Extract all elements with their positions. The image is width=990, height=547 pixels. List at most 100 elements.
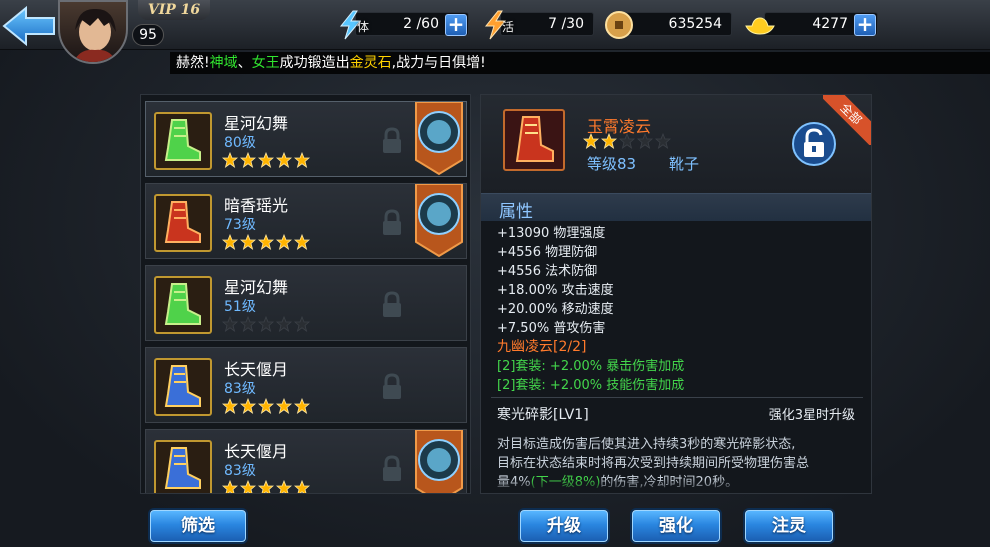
attributes-header: 属性 <box>481 193 871 222</box>
item-stars <box>222 398 310 416</box>
star-filled-icon <box>240 152 256 168</box>
star-filled-icon <box>276 480 292 493</box>
item-name: 长天偃月 <box>224 442 289 461</box>
equipment-list-item[interactable]: 星河幻舞 80级 <box>145 101 467 177</box>
star-filled-icon <box>240 398 256 414</box>
ingot-resource: 4277 + <box>744 10 878 38</box>
item-stars <box>222 480 310 493</box>
enhance-button[interactable]: 强化 <box>632 510 720 542</box>
lock-icon[interactable] <box>380 454 404 484</box>
star-filled-icon <box>222 480 238 493</box>
item-level: 51级 <box>224 299 256 315</box>
star-filled-icon <box>294 152 310 168</box>
boot-item-icon <box>154 440 212 493</box>
star-filled-icon <box>222 234 238 250</box>
star-empty-icon <box>637 133 653 149</box>
star-filled-icon <box>240 234 256 250</box>
equipment-list-item[interactable]: 星河幻舞 51级 <box>145 265 467 341</box>
equipment-list-item[interactable]: 长天偃月 83级 <box>145 347 467 423</box>
equipment-detail-panel: 玉霄凌云 等级83 靴子 全部 属性 +13090 物理强度 +4556 物理防… <box>480 94 872 494</box>
coin-value: 635254 <box>668 16 722 32</box>
infuse-button[interactable]: 注灵 <box>745 510 833 542</box>
lock-icon[interactable] <box>380 290 404 320</box>
equipped-hero-badge-icon <box>415 184 463 258</box>
item-name: 暗香瑶光 <box>224 196 289 215</box>
item-name: 星河幻舞 <box>224 278 289 297</box>
star-empty-icon <box>294 316 310 332</box>
item-level: 80级 <box>224 135 256 151</box>
star-empty-icon <box>222 316 238 332</box>
star-filled-icon <box>601 133 617 149</box>
star-filled-icon <box>258 398 274 414</box>
ingot-value: 4277 <box>812 16 848 32</box>
vip-badge: VIP 16 <box>138 0 210 20</box>
detail-header: 玉霄凌云 等级83 靴子 全部 <box>481 95 871 193</box>
vitality-resource: 活 7 /30 <box>480 10 594 40</box>
star-filled-icon <box>258 480 274 493</box>
equipment-list-item[interactable]: 长天偃月 83级 <box>145 429 467 493</box>
star-empty-icon <box>655 133 671 149</box>
item-stars <box>222 316 310 334</box>
star-filled-icon <box>258 152 274 168</box>
player-level: 95 <box>132 24 164 46</box>
star-filled-icon <box>276 398 292 414</box>
star-empty-icon <box>276 316 292 332</box>
item-stars <box>583 133 671 149</box>
equipment-list-item[interactable]: 暗香瑶光 73级 <box>145 183 467 259</box>
attribute-line: +4556 法术防御 <box>497 264 598 279</box>
add-ingots-button[interactable]: + <box>854 14 876 36</box>
top-bar: VIP 16 95 体 2 /60 + 活 7 /30 635254 4277 … <box>0 0 990 64</box>
star-filled-icon <box>222 398 238 414</box>
item-stars <box>222 234 310 252</box>
set-bonus: [2]套装: +2.00% 暴击伤害加成 <box>497 359 685 374</box>
boot-item-icon <box>154 276 212 334</box>
lock-icon[interactable] <box>380 126 404 156</box>
attribute-line: +13090 物理强度 <box>497 226 606 241</box>
item-type: 靴子 <box>669 155 700 173</box>
coin-resource: 635254 <box>604 10 732 39</box>
item-level: 73级 <box>224 217 256 233</box>
item-name: 长天偃月 <box>224 360 289 379</box>
boot-item-icon <box>503 109 565 171</box>
attribute-line: +4556 物理防御 <box>497 245 598 260</box>
corner-tag: 全部 <box>823 95 871 145</box>
boot-item-icon <box>154 194 212 252</box>
set-bonus: [2]套装: +2.00% 技能伤害加成 <box>497 378 685 393</box>
star-empty-icon <box>619 133 635 149</box>
star-filled-icon <box>583 133 599 149</box>
star-filled-icon <box>222 152 238 168</box>
star-filled-icon <box>294 234 310 250</box>
lock-icon[interactable] <box>380 208 404 238</box>
star-filled-icon <box>240 480 256 493</box>
equipped-hero-badge-icon <box>415 430 463 493</box>
item-grade: 等级83 <box>587 155 637 173</box>
skill-title: 寒光碎影[LV1] <box>497 407 589 423</box>
star-filled-icon <box>294 398 310 414</box>
back-arrow-icon[interactable] <box>0 4 58 50</box>
stamina-resource: 体 2 /60 + <box>335 10 469 40</box>
skill-upgrade-hint: 强化3星时升级 <box>768 408 855 423</box>
star-filled-icon <box>294 480 310 493</box>
boot-item-icon <box>154 358 212 416</box>
set-title: 九幽凌云[2/2] <box>497 339 587 355</box>
attribute-line: +7.50% 普攻伤害 <box>497 321 606 336</box>
star-filled-icon <box>276 152 292 168</box>
item-level: 83级 <box>224 381 256 397</box>
equipped-hero-badge-icon <box>415 102 463 176</box>
announcement-ticker: 赫然!神域、女王成功锻造出金灵石,战力与日俱增! <box>170 52 990 74</box>
upgrade-button[interactable]: 升级 <box>520 510 608 542</box>
lock-icon[interactable] <box>380 372 404 402</box>
stamina-value: 2 /60 <box>403 16 439 32</box>
add-stamina-button[interactable]: + <box>445 14 467 36</box>
item-name: 星河幻舞 <box>224 114 289 133</box>
star-empty-icon <box>240 316 256 332</box>
divider <box>491 397 863 398</box>
item-stars <box>222 152 310 170</box>
star-filled-icon <box>258 234 274 250</box>
player-avatar[interactable] <box>58 0 128 64</box>
star-empty-icon <box>258 316 274 332</box>
coin-icon <box>605 11 633 39</box>
equipment-list[interactable]: 星河幻舞 80级 暗香瑶光 73级 星河幻舞 51级 长天偃月 83级 长天偃月 83级 <box>140 94 471 494</box>
filter-button[interactable]: 筛选 <box>150 510 246 542</box>
gold-ingot-icon <box>745 17 775 35</box>
